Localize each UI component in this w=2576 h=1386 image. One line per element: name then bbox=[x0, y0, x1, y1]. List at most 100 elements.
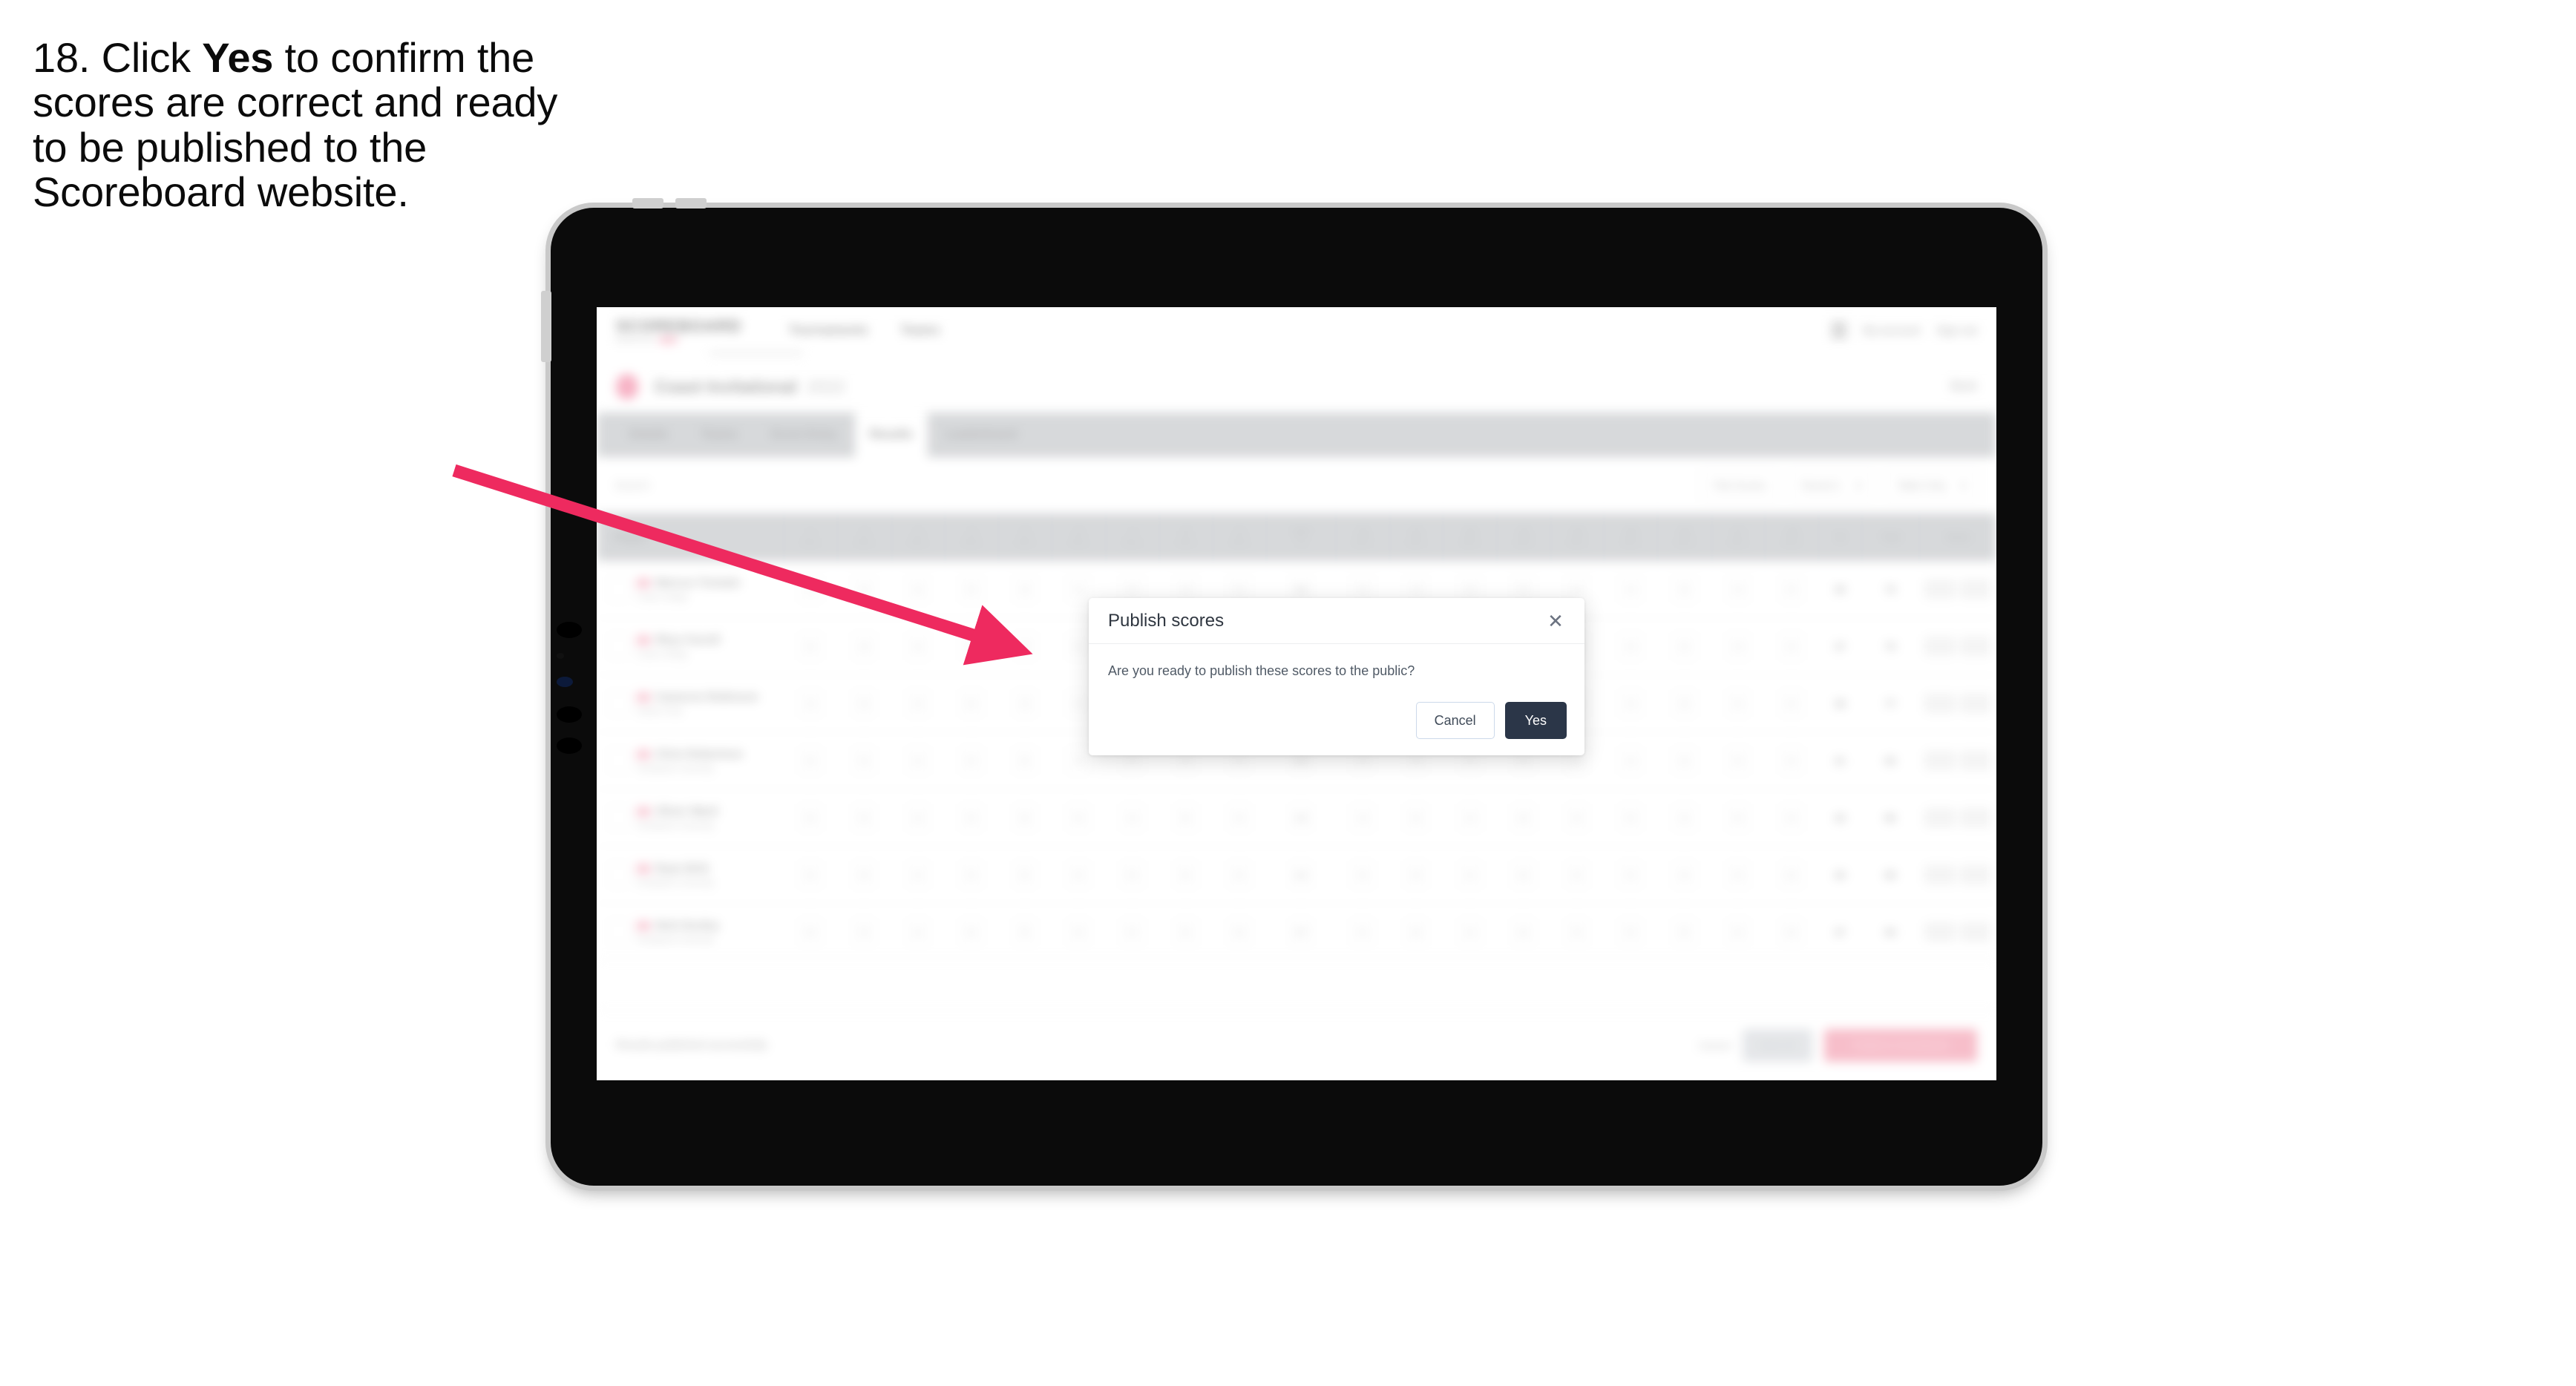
score-cell[interactable]: 4 bbox=[784, 561, 837, 617]
score-cell[interactable]: 4 bbox=[837, 618, 891, 674]
score-cell[interactable]: 5 bbox=[1550, 789, 1604, 846]
score-cell[interactable]: 5 bbox=[837, 904, 891, 960]
score-cell[interactable]: 6 bbox=[1389, 904, 1443, 960]
yes-button[interactable]: Yes bbox=[1504, 702, 1567, 739]
score-cell[interactable]: 5 bbox=[945, 618, 998, 674]
score-cell[interactable]: 4 bbox=[1604, 732, 1657, 789]
score-cell[interactable]: 5 bbox=[1765, 675, 1818, 732]
score-cell[interactable]: 5 bbox=[1336, 904, 1389, 960]
score-cell[interactable]: 5 bbox=[1336, 847, 1389, 903]
score-cell[interactable]: 5 bbox=[945, 789, 998, 846]
score-cell[interactable]: 4 bbox=[1336, 789, 1389, 846]
action-badge[interactable] bbox=[1960, 922, 1992, 942]
cancel-button[interactable]: Cancel bbox=[1415, 702, 1495, 739]
score-cell[interactable]: 5 bbox=[784, 789, 837, 846]
score-cell[interactable]: 4 bbox=[891, 732, 944, 789]
score-cell[interactable]: 6 bbox=[1497, 904, 1550, 960]
score-cell[interactable]: 4 bbox=[1105, 789, 1158, 846]
score-cell[interactable]: 6 bbox=[1497, 789, 1550, 846]
score-cell[interactable]: 6 bbox=[1765, 904, 1818, 960]
signout-link[interactable]: Sign out bbox=[1936, 324, 1977, 337]
score-cell[interactable]: 4 bbox=[891, 904, 944, 960]
action-badge[interactable] bbox=[1960, 751, 1992, 770]
action-badge[interactable] bbox=[1960, 865, 1992, 884]
score-cell[interactable]: 6 bbox=[945, 904, 998, 960]
score-cell[interactable]: 5 bbox=[1765, 561, 1818, 617]
nav-item-tournaments[interactable]: Tournaments bbox=[789, 323, 868, 338]
publish-to-scoreboard-button[interactable]: Publish to Scoreboard bbox=[1824, 1028, 1977, 1062]
score-cell[interactable]: 4 bbox=[1604, 618, 1657, 674]
score-cell[interactable]: 5 bbox=[1159, 904, 1213, 960]
score-cell[interactable]: 5 bbox=[837, 847, 891, 903]
score-cell[interactable]: 5 bbox=[945, 675, 998, 732]
score-cell[interactable]: 5 bbox=[945, 847, 998, 903]
score-cell[interactable]: 4 bbox=[998, 561, 1052, 617]
score-cell[interactable]: 5 bbox=[1213, 789, 1266, 846]
score-cell[interactable]: 5 bbox=[1052, 904, 1105, 960]
score-cell[interactable]: 4 bbox=[1443, 847, 1496, 903]
account-link[interactable]: My account bbox=[1863, 324, 1920, 337]
score-cell[interactable]: 5 bbox=[945, 732, 998, 789]
score-cell[interactable]: 4 bbox=[891, 789, 944, 846]
score-cell[interactable]: 5 bbox=[1765, 789, 1818, 846]
score-cell[interactable]: 6 bbox=[1765, 847, 1818, 903]
score-cell[interactable]: 4 bbox=[1657, 618, 1711, 674]
score-cell[interactable]: 3 bbox=[891, 561, 944, 617]
score-cell[interactable]: 3 bbox=[1657, 561, 1711, 617]
score-cell[interactable]: 5 bbox=[1105, 904, 1158, 960]
score-cell[interactable]: 5 bbox=[1389, 847, 1443, 903]
score-cell[interactable]: 5 bbox=[1105, 847, 1158, 903]
table-row[interactable]: Ryan Britt Southpoint University 5 5 4 5 5 5 5 5 5… bbox=[597, 847, 1996, 904]
tab-teams[interactable]: Teams bbox=[686, 419, 753, 450]
score-cell[interactable]: 5 bbox=[1550, 904, 1604, 960]
score-cell[interactable]: 5 bbox=[1550, 847, 1604, 903]
tab-details[interactable]: Details bbox=[614, 419, 683, 450]
score-cell[interactable]: 4 bbox=[1604, 561, 1657, 617]
score-cell[interactable]: 6 bbox=[1213, 904, 1266, 960]
score-cell[interactable]: 5 bbox=[998, 789, 1052, 846]
score-cell[interactable]: 5 bbox=[1604, 904, 1657, 960]
score-cell[interactable]: 5 bbox=[837, 732, 891, 789]
back-link[interactable]: Back bbox=[1950, 380, 1977, 393]
score-cell[interactable]: 6 bbox=[784, 904, 837, 960]
score-cell[interactable]: 5 bbox=[1604, 847, 1657, 903]
score-cell[interactable]: 4 bbox=[1657, 732, 1711, 789]
score-cell[interactable]: 4 bbox=[1604, 675, 1657, 732]
score-cell[interactable]: 5 bbox=[1052, 789, 1105, 846]
filter-round[interactable]: Round 1 ▾ bbox=[1789, 470, 1874, 501]
score-cell[interactable]: 5 bbox=[784, 847, 837, 903]
tab-results[interactable]: Results bbox=[854, 413, 928, 457]
score-cell[interactable]: 4 bbox=[1711, 561, 1765, 617]
score-cell[interactable]: 4 bbox=[1443, 789, 1496, 846]
action-badge[interactable] bbox=[1960, 637, 1992, 656]
nav-item-teams[interactable]: Teams bbox=[900, 323, 940, 338]
filter-flat-scores[interactable]: Flat Scores bbox=[1701, 470, 1779, 501]
tab-score-entry[interactable]: Score Entry bbox=[756, 419, 852, 450]
score-cell[interactable]: 5 bbox=[1604, 789, 1657, 846]
score-cell[interactable]: 5 bbox=[1711, 847, 1765, 903]
score-cell[interactable]: 5 bbox=[1052, 847, 1105, 903]
score-cell[interactable]: 3 bbox=[891, 618, 944, 674]
score-cell[interactable]: 5 bbox=[837, 675, 891, 732]
tab-leaderboard[interactable]: Leaderboard bbox=[931, 419, 1032, 450]
score-cell[interactable]: 6 bbox=[1497, 847, 1550, 903]
score-cell[interactable]: 3 bbox=[1657, 675, 1711, 732]
score-cell[interactable]: 5 bbox=[784, 732, 837, 789]
score-cell[interactable]: 4 bbox=[891, 847, 944, 903]
score-cell[interactable]: 5 bbox=[1765, 732, 1818, 789]
score-cell[interactable]: 5 bbox=[1213, 847, 1266, 903]
score-cell[interactable]: 4 bbox=[784, 675, 837, 732]
score-cell[interactable]: 4 bbox=[1711, 618, 1765, 674]
score-cell[interactable]: 5 bbox=[1765, 618, 1818, 674]
score-cell[interactable]: 5 bbox=[1657, 904, 1711, 960]
app-logo[interactable]: SCOREBOARD powered by bbox=[616, 317, 741, 344]
footer-cancel-link[interactable]: Cancel bbox=[1698, 1040, 1731, 1051]
score-cell[interactable]: 5 bbox=[1711, 789, 1765, 846]
score-cell[interactable]: 5 bbox=[784, 618, 837, 674]
score-cell[interactable]: 5 bbox=[1389, 789, 1443, 846]
score-cell[interactable]: 5 bbox=[1159, 789, 1213, 846]
table-row[interactable]: Nick Dooley Southpoint University 6 5 4 6 5 5 5 5… bbox=[597, 904, 1996, 961]
score-cell[interactable]: 5 bbox=[945, 561, 998, 617]
close-icon[interactable]: ✕ bbox=[1543, 608, 1568, 634]
score-cell[interactable]: 4 bbox=[998, 675, 1052, 732]
